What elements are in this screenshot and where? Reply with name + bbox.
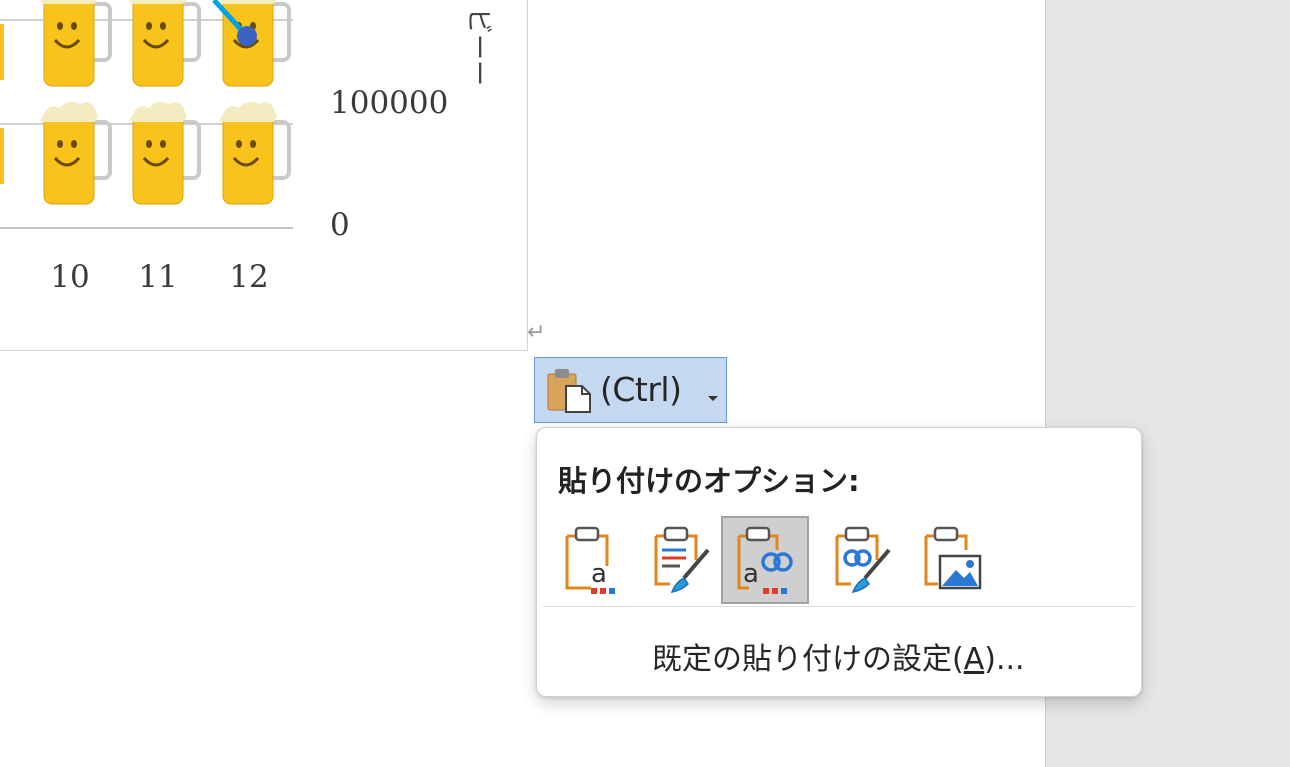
paste-options-menu: 貼り付けのオプション: a a 既定の貼り付けの設定(A)... xyxy=(536,427,1142,697)
beer-mug-bar-11-top xyxy=(127,0,201,88)
picture-icon xyxy=(924,526,982,590)
keep-source-formatting-icon: a xyxy=(565,526,615,594)
clipboard-paste-icon xyxy=(544,366,594,418)
paste-option-keep-source-formatting[interactable]: a xyxy=(551,516,639,604)
menu-heading: 貼り付けのオプション: xyxy=(558,464,860,498)
y-tick-label: 0 xyxy=(330,207,350,243)
beer-mug-bar-12-bottom xyxy=(217,99,291,206)
menu-separator xyxy=(543,606,1135,607)
x-tick-label: 11 xyxy=(138,259,177,295)
series-marker xyxy=(237,26,257,46)
link-brush-icon xyxy=(835,526,891,594)
beer-mug-bar-12-top xyxy=(217,0,291,88)
beer-mug-bar-10-top xyxy=(38,0,112,88)
paste-option-picture[interactable] xyxy=(910,516,998,604)
merge-formatting-icon xyxy=(654,526,710,594)
default-paste-accelerator: A xyxy=(963,642,985,677)
svg-text:a: a xyxy=(591,559,607,589)
default-paste-text-before: 既定の貼り付けの設定( xyxy=(652,642,964,677)
svg-text:a: a xyxy=(743,559,759,589)
paragraph-mark: ↵ xyxy=(527,320,546,345)
beer-mug-partial xyxy=(0,128,4,184)
beer-mug-bar-11-bottom xyxy=(127,99,201,206)
paste-option-link[interactable]: a xyxy=(721,516,809,604)
keep-text-only-link-icon: a xyxy=(737,526,793,594)
y-tick-label: 100000 xyxy=(330,85,448,121)
paste-options-label: (Ctrl) xyxy=(600,370,682,409)
chart-svg: 10 11 12 100000 0 ビーー xyxy=(0,0,493,295)
paste-options-button[interactable]: (Ctrl) xyxy=(534,357,727,423)
dropdown-arrow-icon xyxy=(707,388,719,407)
paste-option-link-merge[interactable] xyxy=(821,516,909,604)
default-paste-text-after: )... xyxy=(984,642,1025,677)
x-tick-label: 12 xyxy=(229,259,268,295)
y-axis-title: ビーー xyxy=(463,8,493,86)
beer-mug-partial xyxy=(0,24,4,80)
beer-mug-bar-10-bottom xyxy=(38,99,112,206)
x-tick-label: 10 xyxy=(50,259,89,295)
chart-object[interactable]: 10 11 12 100000 0 ビーー xyxy=(0,0,528,351)
paste-option-merge-formatting[interactable] xyxy=(640,516,728,604)
set-default-paste-menu-item[interactable]: 既定の貼り付けの設定(A)... xyxy=(652,634,1025,678)
